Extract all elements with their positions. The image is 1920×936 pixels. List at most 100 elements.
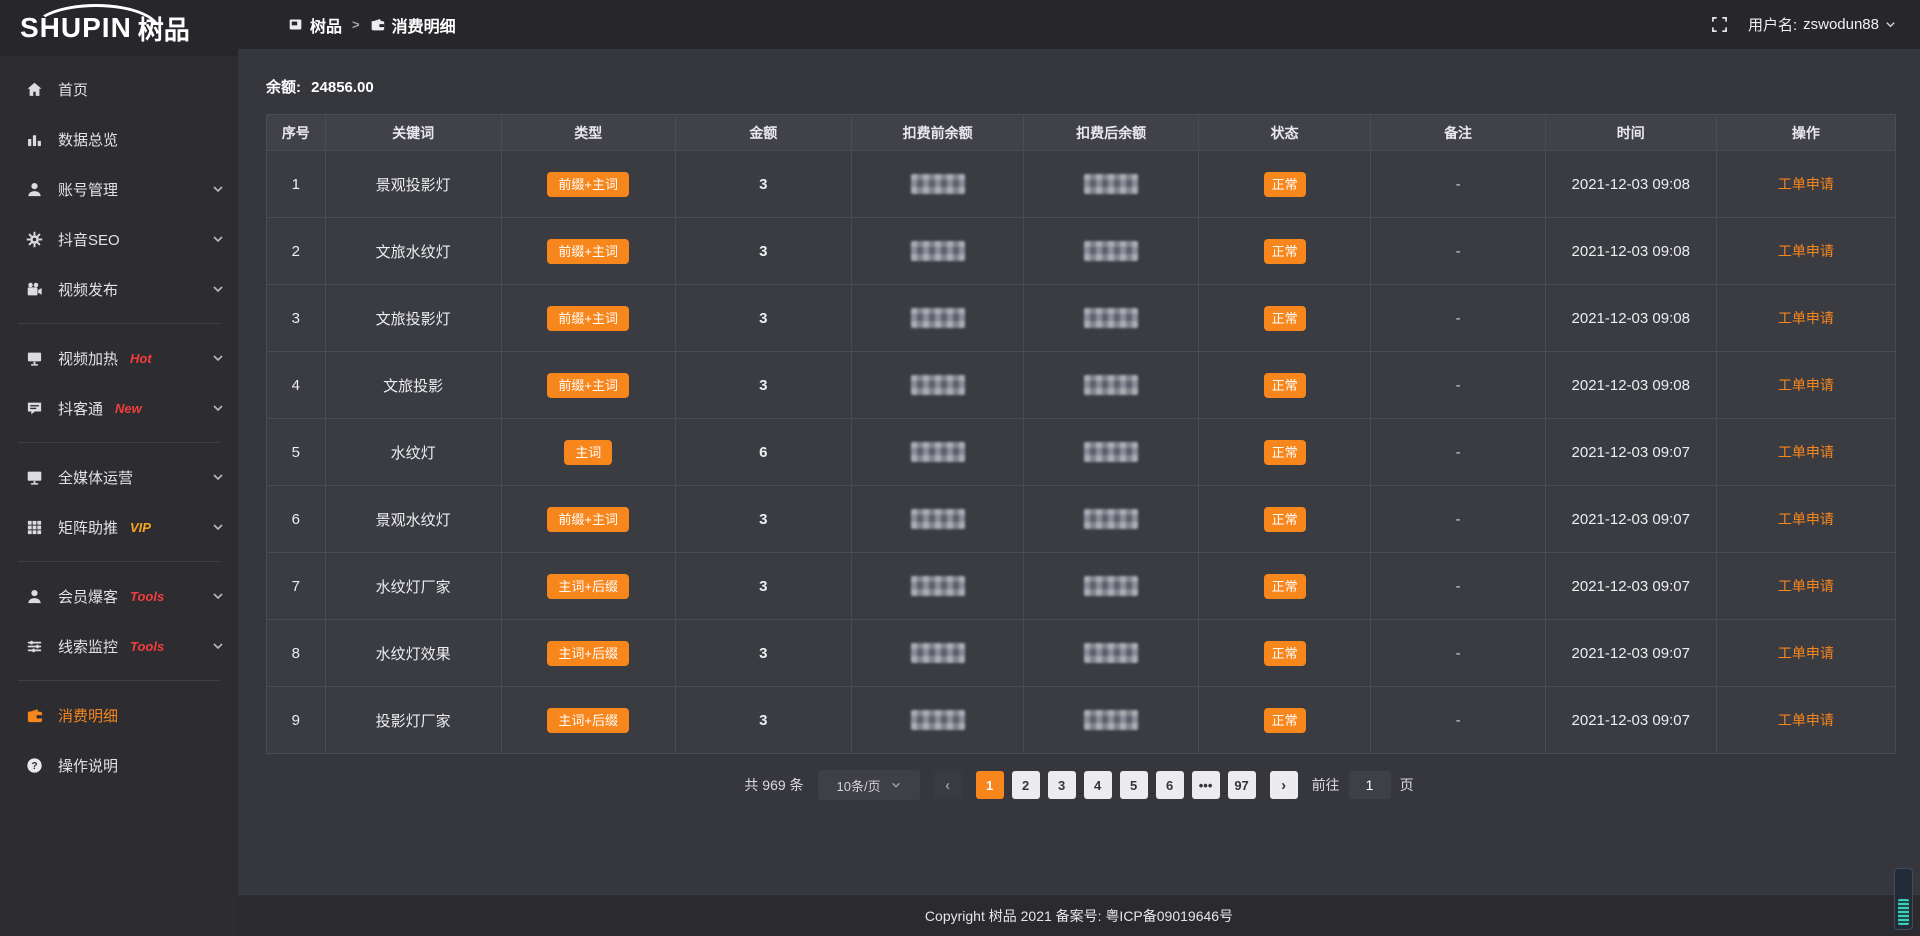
cell-type: 主词+后缀 xyxy=(501,620,675,687)
prev-page-button[interactable]: ‹ xyxy=(934,771,962,799)
page-size-value: 10条/页 xyxy=(837,776,881,795)
cell-amount: 3 xyxy=(675,620,851,687)
chevron-down-icon xyxy=(212,471,224,483)
sidebar-item-consume-detail[interactable]: 消费明细 xyxy=(0,690,238,740)
sidebar-item-video-heat[interactable]: 视频加热Hot xyxy=(0,333,238,383)
breadcrumb-separator: > xyxy=(352,17,360,32)
cell-action: 工单申请 xyxy=(1716,419,1895,486)
ticket-request-link[interactable]: 工单申请 xyxy=(1778,243,1834,259)
jump-page-input[interactable] xyxy=(1349,771,1391,799)
user-menu[interactable]: 用户名: zswodun88 xyxy=(1748,14,1896,35)
table-header-row: 序号关键词类型金额扣费前余额扣费后余额状态备注时间操作 xyxy=(267,115,1896,151)
app-logo[interactable]: SHUPIN 树品 xyxy=(0,0,238,56)
page-button-4[interactable]: 4 xyxy=(1084,771,1112,799)
cell-type: 主词+后缀 xyxy=(501,687,675,754)
scrollbar-thumb[interactable] xyxy=(1898,899,1909,925)
ticket-request-link[interactable]: 工单申请 xyxy=(1778,310,1834,326)
breadcrumb-home[interactable]: 树品 xyxy=(288,13,342,37)
scrollbar-widget[interactable] xyxy=(1894,868,1913,930)
menu-item-tag: VIP xyxy=(130,520,151,535)
table-row: 7水纹灯厂家主词+后缀3正常-2021-12-03 09:07工单申请 xyxy=(267,553,1896,620)
topbar-right: 用户名: zswodun88 xyxy=(1711,14,1896,35)
masked-balance-before xyxy=(911,509,965,529)
page-button-6[interactable]: 6 xyxy=(1156,771,1184,799)
sidebar-item-data-overview[interactable]: 数据总览 xyxy=(0,114,238,164)
menu-divider xyxy=(18,561,220,562)
cell-remark: - xyxy=(1371,553,1545,620)
ticket-request-link[interactable]: 工单申请 xyxy=(1778,377,1834,393)
menu-item-tag: Tools xyxy=(130,639,164,654)
column-header: 操作 xyxy=(1716,115,1895,151)
cell-remark: - xyxy=(1371,486,1545,553)
ticket-request-link[interactable]: 工单申请 xyxy=(1778,176,1834,192)
menu-divider xyxy=(18,680,220,681)
ticket-request-link[interactable]: 工单申请 xyxy=(1778,444,1834,460)
sidebar-item-home[interactable]: 首页 xyxy=(0,64,238,114)
sidebar-item-account-manage[interactable]: 账号管理 xyxy=(0,164,238,214)
chevron-down-icon xyxy=(1885,19,1896,30)
page-button-1[interactable]: 1 xyxy=(976,771,1004,799)
cell-keyword: 景观水纹灯 xyxy=(325,486,501,553)
page-size-select[interactable]: 10条/页 xyxy=(818,770,920,800)
username-label: 用户名: xyxy=(1748,14,1797,35)
page-ellipsis-button[interactable]: ••• xyxy=(1192,771,1220,799)
monitor-icon xyxy=(26,469,43,486)
type-badge: 前缀+主词 xyxy=(547,239,629,264)
cell-action: 工单申请 xyxy=(1716,352,1895,419)
page-button-5[interactable]: 5 xyxy=(1120,771,1148,799)
gear-icon xyxy=(26,231,43,248)
ticket-request-link[interactable]: 工单申请 xyxy=(1778,511,1834,527)
sidebar-item-video-publish[interactable]: 视频发布 xyxy=(0,264,238,314)
cell-type: 主词+后缀 xyxy=(501,553,675,620)
cell-status: 正常 xyxy=(1198,419,1371,486)
cell-time: 2021-12-03 09:07 xyxy=(1545,419,1716,486)
video-camera-icon xyxy=(26,281,43,298)
sidebar-item-douyin-seo[interactable]: 抖音SEO xyxy=(0,214,238,264)
cell-remark: - xyxy=(1371,620,1545,687)
page-button-3[interactable]: 3 xyxy=(1048,771,1076,799)
menu-divider xyxy=(18,323,220,324)
chevron-down-icon xyxy=(212,352,224,364)
type-badge: 前缀+主词 xyxy=(547,306,629,331)
column-header: 金额 xyxy=(675,115,851,151)
cell-index: 1 xyxy=(267,151,326,218)
sidebar-item-label: 抖客通 xyxy=(58,398,103,419)
ticket-request-link[interactable]: 工单申请 xyxy=(1778,578,1834,594)
sidebar-item-member-baoke[interactable]: 会员爆客Tools xyxy=(0,571,238,621)
status-badge: 正常 xyxy=(1264,440,1306,465)
cell-status: 正常 xyxy=(1198,553,1371,620)
masked-balance-after xyxy=(1084,643,1138,663)
cell-balance-after xyxy=(1024,486,1198,553)
balance-value: 24856.00 xyxy=(311,79,374,96)
sidebar-item-label: 账号管理 xyxy=(58,179,118,200)
ticket-request-link[interactable]: 工单申请 xyxy=(1778,712,1834,728)
sidebar-item-media-operation[interactable]: 全媒体运营 xyxy=(0,452,238,502)
jump-suffix: 页 xyxy=(1400,775,1414,795)
fullscreen-icon[interactable] xyxy=(1711,16,1728,33)
cell-type: 前缀+主词 xyxy=(501,352,675,419)
breadcrumb-current[interactable]: 消费明细 xyxy=(370,13,456,37)
cell-keyword: 文旅投影灯 xyxy=(325,285,501,352)
ticket-request-link[interactable]: 工单申请 xyxy=(1778,645,1834,661)
sidebar-item-label: 操作说明 xyxy=(58,755,118,776)
column-header: 扣费前余额 xyxy=(851,115,1024,151)
page-button-97[interactable]: 97 xyxy=(1228,771,1256,799)
page-button-2[interactable]: 2 xyxy=(1012,771,1040,799)
masked-balance-before xyxy=(911,174,965,194)
cell-type: 前缀+主词 xyxy=(501,486,675,553)
cell-index: 9 xyxy=(267,687,326,754)
column-header: 时间 xyxy=(1545,115,1716,151)
chevron-down-icon xyxy=(212,183,224,195)
wallet-icon xyxy=(26,707,43,724)
table-row: 3文旅投影灯前缀+主词3正常-2021-12-03 09:08工单申请 xyxy=(267,285,1896,352)
logo-arc-decoration xyxy=(32,4,160,30)
masked-balance-after xyxy=(1084,509,1138,529)
masked-balance-before xyxy=(911,308,965,328)
sidebar-item-help[interactable]: ?操作说明 xyxy=(0,740,238,790)
wallet-icon xyxy=(370,17,385,32)
balance-row: 余额: 24856.00 xyxy=(266,76,1920,97)
sidebar-item-clue-monitor[interactable]: 线索监控Tools xyxy=(0,621,238,671)
sidebar-item-matrix-boost[interactable]: 矩阵助推VIP xyxy=(0,502,238,552)
next-page-button[interactable]: › xyxy=(1270,771,1298,799)
sidebar-item-douketong[interactable]: 抖客通New xyxy=(0,383,238,433)
